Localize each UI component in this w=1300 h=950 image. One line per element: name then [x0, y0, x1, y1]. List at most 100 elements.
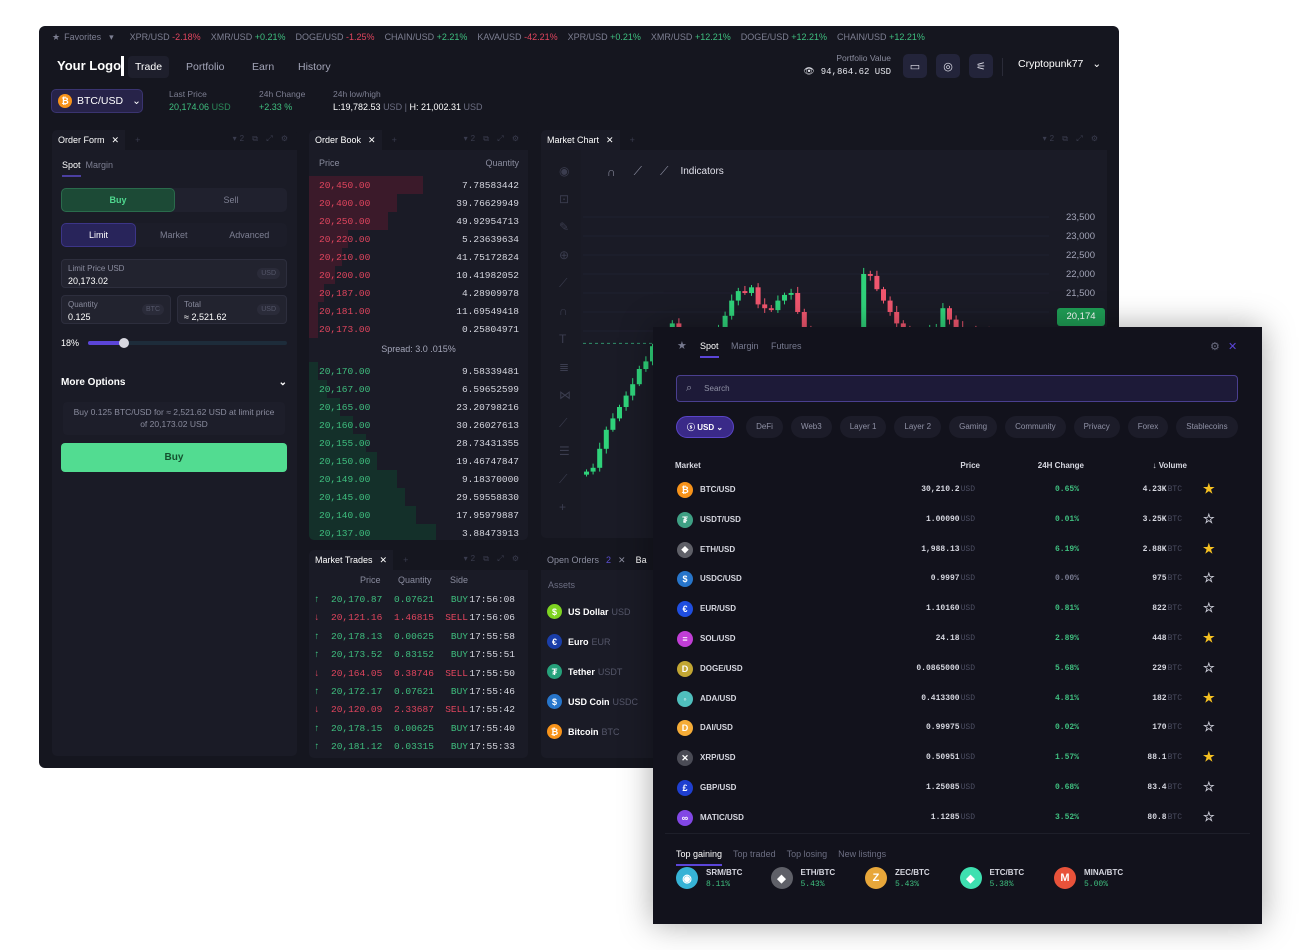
asset-row[interactable]: € Euro EUR: [547, 634, 611, 649]
ticker-item[interactable]: KAVA/USD -42.21%: [477, 32, 561, 42]
asset-row[interactable]: $ USD Coin USDC: [547, 694, 638, 709]
star-outline-icon[interactable]: ☆: [1203, 570, 1215, 586]
close-icon[interactable]: ✕: [368, 130, 376, 150]
slider-handle[interactable]: [118, 338, 129, 348]
ruler-icon[interactable]: ⟋: [660, 164, 668, 179]
tab-top-traded[interactable]: Top traded: [733, 849, 776, 866]
close-icon[interactable]: ✕: [618, 550, 626, 570]
total-input[interactable]: Total ≈ 2,521.62 USD: [177, 295, 287, 324]
ticker-item[interactable]: XPR/USD +0.21%: [568, 32, 645, 42]
bid-row[interactable]: 20,165.00 23.20798216: [309, 398, 528, 416]
star-outline-icon[interactable]: ☆: [1203, 779, 1215, 795]
wallet-button[interactable]: ▭: [903, 54, 927, 78]
amount-slider[interactable]: [88, 338, 287, 348]
eye-icon[interactable]: 👁: [803, 66, 814, 77]
market-row[interactable]: ∞ MATIC/USD 1.1285USD 3.52% 80.8BTC ☆: [653, 803, 1262, 833]
gear-icon[interactable]: ⚙: [1210, 340, 1220, 353]
ask-row[interactable]: 20,187.00 4.28909978: [309, 284, 528, 302]
tab-new-listings[interactable]: New listings: [838, 849, 886, 866]
indicators-button[interactable]: Indicators: [680, 166, 723, 177]
limit-price-input[interactable]: Limit Price USD 20,173.02 USD: [61, 259, 287, 288]
category-chip[interactable]: Layer 2: [894, 416, 942, 438]
ticker-item[interactable]: DOGE/USD -1.25%: [296, 32, 379, 42]
category-chip[interactable]: Stablecoins: [1176, 416, 1238, 438]
top-gainer[interactable]: M MINA/BTC 5.00%: [1054, 867, 1123, 889]
brush-icon[interactable]: ⟋: [634, 164, 642, 179]
tab-top-losing[interactable]: Top losing: [787, 849, 828, 866]
ask-row[interactable]: 20,210.00 41.75172824: [309, 248, 528, 266]
category-chip[interactable]: Layer 1: [839, 416, 887, 438]
add-tab-icon[interactable]: +: [392, 135, 397, 145]
ticker-item[interactable]: CHAIN/USD +2.21%: [385, 32, 472, 42]
buy-tab[interactable]: Buy: [61, 188, 175, 212]
settings-button[interactable]: ⚟: [969, 54, 993, 78]
market-column-header[interactable]: Market: [675, 461, 701, 470]
add-tab-icon[interactable]: +: [135, 135, 140, 145]
market-row[interactable]: £ GBP/USD 1.25085USD 0.68% 83.4BTC ☆: [653, 773, 1262, 803]
bid-row[interactable]: 20,145.00 29.59558830: [309, 488, 528, 506]
support-button[interactable]: ◎: [936, 54, 960, 78]
top-gainer[interactable]: Z ZEC/BTC 5.43%: [865, 867, 930, 889]
add-tab-icon[interactable]: +: [403, 555, 408, 565]
asset-row[interactable]: ₿ Bitcoin BTC: [547, 724, 620, 739]
asset-row[interactable]: ₮ Tether USDT: [547, 664, 622, 679]
market-row[interactable]: ✕ XRP/USD 0.50951USD 1.57% 88.1BTC ★: [653, 743, 1262, 773]
quote-currency-dropdown[interactable]: ⓢ USD ⌄: [676, 416, 735, 438]
limit-tab[interactable]: Limit: [61, 223, 136, 247]
category-chip[interactable]: DeFi: [746, 416, 783, 438]
star-filled-icon[interactable]: ★: [1203, 541, 1215, 557]
nav-earn[interactable]: Earn: [245, 56, 281, 78]
price-column-header[interactable]: Price: [960, 461, 980, 470]
close-icon[interactable]: ✕: [380, 550, 388, 570]
more-options-toggle[interactable]: More Options ⌄: [61, 377, 287, 388]
top-gainer[interactable]: ◆ ETH/BTC 5.43%: [770, 867, 835, 889]
close-icon[interactable]: ✕: [1228, 340, 1237, 353]
buy-submit-button[interactable]: Buy: [61, 443, 287, 472]
category-chip[interactable]: Privacy: [1073, 416, 1120, 438]
market-row[interactable]: D DAI/USD 0.99975USD 0.02% 170BTC ☆: [653, 713, 1262, 743]
star-outline-icon[interactable]: ☆: [1203, 600, 1215, 616]
market-row[interactable]: D DOGE/USD 0.0865000USD 5.68% 229BTC ☆: [653, 654, 1262, 684]
tab-order-form[interactable]: Order Form ✕: [52, 130, 126, 150]
ask-row[interactable]: 20,220.00 5.23639634: [309, 230, 528, 248]
ask-row[interactable]: 20,450.00 7.78583442: [309, 176, 528, 194]
market-tab[interactable]: Market: [136, 223, 212, 247]
ask-row[interactable]: 20,400.00 39.76629949: [309, 194, 528, 212]
market-row[interactable]: $ USDC/USD 0.9997USD 0.00% 975BTC ☆: [653, 564, 1262, 594]
bid-row[interactable]: 20,167.00 6.59652599: [309, 380, 528, 398]
tab-futures[interactable]: Futures: [771, 341, 802, 351]
bid-row[interactable]: 20,150.00 19.46747847: [309, 452, 528, 470]
top-gainer[interactable]: ◆ ETC/BTC 5.38%: [959, 867, 1024, 889]
nav-history[interactable]: History: [291, 56, 338, 78]
star-filled-icon[interactable]: ★: [1203, 630, 1215, 646]
panel-tools[interactable]: ▾2 ⧉ ⤢ ⚙: [464, 134, 522, 144]
tab-market-trades[interactable]: Market Trades ✕: [309, 550, 394, 570]
star-filled-icon[interactable]: ★: [1203, 690, 1215, 706]
ticker-item[interactable]: CHAIN/USD +12.21%: [837, 32, 929, 42]
ask-row[interactable]: 20,200.00 10.41982052: [309, 266, 528, 284]
quantity-input[interactable]: Quantity 0.125 BTC: [61, 295, 171, 324]
star-filled-icon[interactable]: ★: [1203, 481, 1215, 497]
tab-spot[interactable]: Spot: [700, 341, 719, 358]
category-chip[interactable]: Gaming: [949, 416, 998, 438]
tab-balances[interactable]: Ba: [636, 555, 647, 565]
star-outline-icon[interactable]: ☆: [1203, 719, 1215, 735]
bid-row[interactable]: 20,160.00 30.26027613: [309, 416, 528, 434]
bid-row[interactable]: 20,137.00 3.88473913: [309, 524, 528, 540]
category-chip[interactable]: Community: [1005, 416, 1066, 438]
nav-trade[interactable]: Trade: [128, 56, 170, 78]
bid-row[interactable]: 20,155.00 28.73431355: [309, 434, 528, 452]
star-outline-icon[interactable]: ☆: [1203, 660, 1215, 676]
panel-tools[interactable]: ▾2 ⧉ ⤢ ⚙: [464, 554, 522, 564]
category-chip[interactable]: Web3: [790, 416, 832, 438]
search-input[interactable]: ⌕ Search: [676, 375, 1238, 402]
star-filled-icon[interactable]: ★: [1203, 749, 1215, 765]
asset-row[interactable]: $ US Dollar USD: [547, 604, 631, 619]
close-icon[interactable]: ✕: [112, 130, 120, 150]
tab-top-gaining[interactable]: Top gaining: [676, 849, 723, 866]
sell-tab[interactable]: Sell: [175, 188, 287, 212]
favorites-star-icon[interactable]: ★: [677, 339, 687, 352]
category-chip[interactable]: Forex: [1127, 416, 1169, 438]
tab-order-book[interactable]: Order Book ✕: [309, 130, 382, 150]
tab-margin[interactable]: Margin: [731, 341, 759, 351]
